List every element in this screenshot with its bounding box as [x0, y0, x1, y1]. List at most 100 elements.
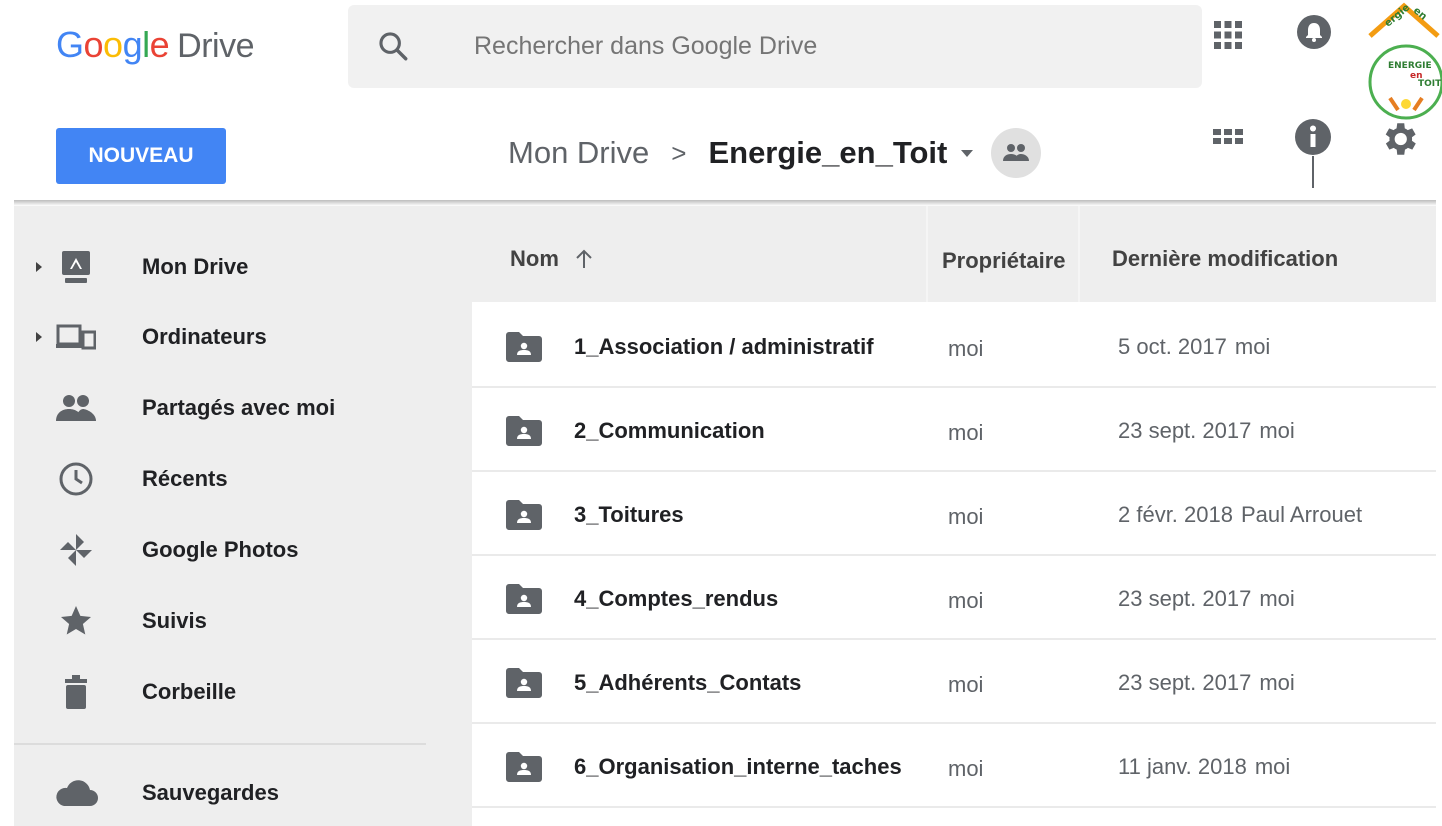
modified-date: 23 sept. 2017 [1118, 586, 1252, 611]
modified-date: 23 sept. 2017 [1118, 670, 1252, 695]
column-divider [926, 206, 928, 302]
folder-menu-caret-icon[interactable] [957, 143, 977, 163]
shared-folder-icon [506, 668, 542, 698]
sidebar-item-mon-drive[interactable]: Mon Drive [14, 232, 472, 302]
shared-folder-icon [506, 584, 542, 614]
file-list-header: Nom Propriétaire Dernière modification [472, 206, 1436, 302]
breadcrumb: Mon Drive > Energie_en_Toit [508, 128, 1042, 178]
logo-letter: o [103, 24, 123, 65]
sidebar-item-label: Suivis [142, 608, 207, 633]
file-name: 4_Comptes_rendus [574, 586, 779, 611]
notifications-icon[interactable] [1296, 14, 1332, 50]
pinwheel-icon [54, 528, 98, 572]
file-name: 5_Adhérents_Contats [574, 670, 802, 695]
file-owner: moi [948, 504, 984, 529]
logo-letter: g [122, 24, 143, 65]
clock-icon [54, 457, 98, 501]
shared-folder-badge[interactable] [991, 128, 1042, 178]
breadcrumb-current-folder[interactable]: Energie_en_Toit [708, 135, 947, 171]
sidebar-item-suivis[interactable]: Suivis [14, 586, 472, 656]
file-owner: moi [948, 756, 984, 781]
sort-ascending-arrow-icon[interactable] [573, 248, 595, 270]
shared-people-icon [1003, 144, 1030, 161]
column-header-name[interactable]: Nom [510, 246, 595, 272]
shared-folder-icon [506, 752, 542, 782]
cloud-icon [54, 771, 98, 815]
logo-letter: e [149, 24, 170, 65]
svg-text:en: en [1411, 5, 1429, 22]
apps-grid-icon[interactable] [1213, 20, 1243, 50]
table-row[interactable]: 1_Association / administratif moi 5 oct.… [472, 304, 1436, 388]
account-avatar[interactable]: ergie en ENERGIE en TOIT [1366, 0, 1442, 124]
file-name: 3_Toitures [574, 502, 684, 527]
expand-caret-icon[interactable] [32, 330, 46, 344]
svg-text:TOIT: TOIT [1418, 79, 1442, 89]
file-name: 2_Communication [574, 418, 765, 443]
sidebar-item-label: Google Photos [142, 537, 299, 562]
google-drive-logo[interactable]: Google Drive [56, 24, 254, 66]
sidebar-item-recents[interactable]: Récents [14, 444, 472, 514]
table-row[interactable]: 4_Comptes_rendus moi 23 sept. 2017 moi [472, 556, 1436, 640]
search-input[interactable] [474, 5, 1174, 88]
sidebar-item-label: Sauvegardes [142, 780, 279, 805]
breadcrumb-root[interactable]: Mon Drive [508, 135, 649, 171]
modified-date: 5 oct. 2017 [1118, 334, 1227, 359]
sidebar-item-partages[interactable]: Partagés avec moi [14, 373, 472, 443]
shared-folder-icon [506, 332, 542, 362]
column-divider [1078, 206, 1080, 302]
file-modified: 11 janv. 2018 moi [1118, 754, 1290, 780]
info-tooltip-pointer [1312, 156, 1314, 188]
logo-letter: l [142, 24, 150, 65]
file-owner: moi [948, 336, 984, 361]
modified-by: moi [1254, 754, 1291, 779]
settings-gear-icon[interactable] [1378, 118, 1420, 160]
modified-by: moi [1234, 334, 1271, 359]
modified-date: 2 févr. 2018 [1118, 502, 1233, 527]
file-name: 1_Association / administratif [574, 334, 874, 359]
file-owner: moi [948, 420, 984, 445]
modified-by: moi [1259, 586, 1295, 611]
modified-date: 11 janv. 2018 [1118, 754, 1247, 779]
modified-by: Paul Arrouet [1240, 502, 1363, 527]
top-bar: GoogleDrive ergie en ENERGIE en TOIT NOU… [0, 0, 1442, 188]
new-button[interactable]: NOUVEAU [56, 128, 226, 184]
table-row[interactable]: 2_Communication moi 23 sept. 2017 moi [472, 388, 1436, 472]
file-owner: moi [948, 588, 984, 613]
sidebar-item-label: Récents [142, 466, 228, 491]
column-header-owner[interactable]: Propriétaire [942, 248, 1066, 274]
grid-view-icon[interactable] [1212, 124, 1244, 156]
shared-folder-icon [506, 500, 542, 530]
sidebar-item-ordinateurs[interactable]: Ordinateurs [14, 302, 472, 372]
table-row[interactable]: 3_Toitures moi 2 févr. 2018 Paul Arrouet [472, 472, 1436, 556]
star-icon [54, 599, 98, 643]
modified-by: moi [1259, 670, 1295, 695]
file-modified: 23 sept. 2017 moi [1118, 670, 1295, 696]
drive-icon [54, 245, 98, 289]
computers-icon [54, 315, 98, 359]
file-name: 6_Organisation_interne_taches [574, 754, 902, 779]
column-header-last-modified[interactable]: Dernière modification [1112, 246, 1338, 272]
sidebar-item-label: Ordinateurs [142, 324, 267, 349]
sidebar-item-google-photos[interactable]: Google Photos [14, 515, 472, 585]
info-icon[interactable] [1294, 118, 1332, 156]
search-bar[interactable] [348, 5, 1202, 88]
shared-people-icon [54, 386, 98, 430]
sidebar-item-corbeille[interactable]: Corbeille [14, 657, 472, 727]
file-modified: 23 sept. 2017 moi [1118, 586, 1295, 612]
avatar-logo-text: ENERGIE [1388, 61, 1432, 71]
sidebar: Mon Drive Ordinateurs Partagés avec moi … [14, 206, 472, 826]
file-modified: 2 févr. 2018 Paul Arrouet [1118, 502, 1362, 528]
expand-caret-icon[interactable] [32, 260, 46, 274]
column-header-label: Nom [510, 246, 559, 271]
svg-text:ergie: ergie [1383, 2, 1413, 29]
modified-by: moi [1259, 418, 1295, 443]
modified-date: 23 sept. 2017 [1118, 418, 1252, 443]
sidebar-divider [14, 743, 426, 745]
table-row[interactable]: 5_Adhérents_Contats moi 23 sept. 2017 moi [472, 640, 1436, 724]
sidebar-item-label: Mon Drive [142, 254, 249, 279]
search-icon[interactable] [376, 29, 410, 63]
sidebar-item-label: Corbeille [142, 679, 237, 704]
table-row[interactable]: 6_Organisation_interne_taches moi 11 jan… [472, 724, 1436, 808]
shared-folder-icon [506, 416, 542, 446]
sidebar-item-sauvegardes[interactable]: Sauvegardes [14, 758, 472, 826]
